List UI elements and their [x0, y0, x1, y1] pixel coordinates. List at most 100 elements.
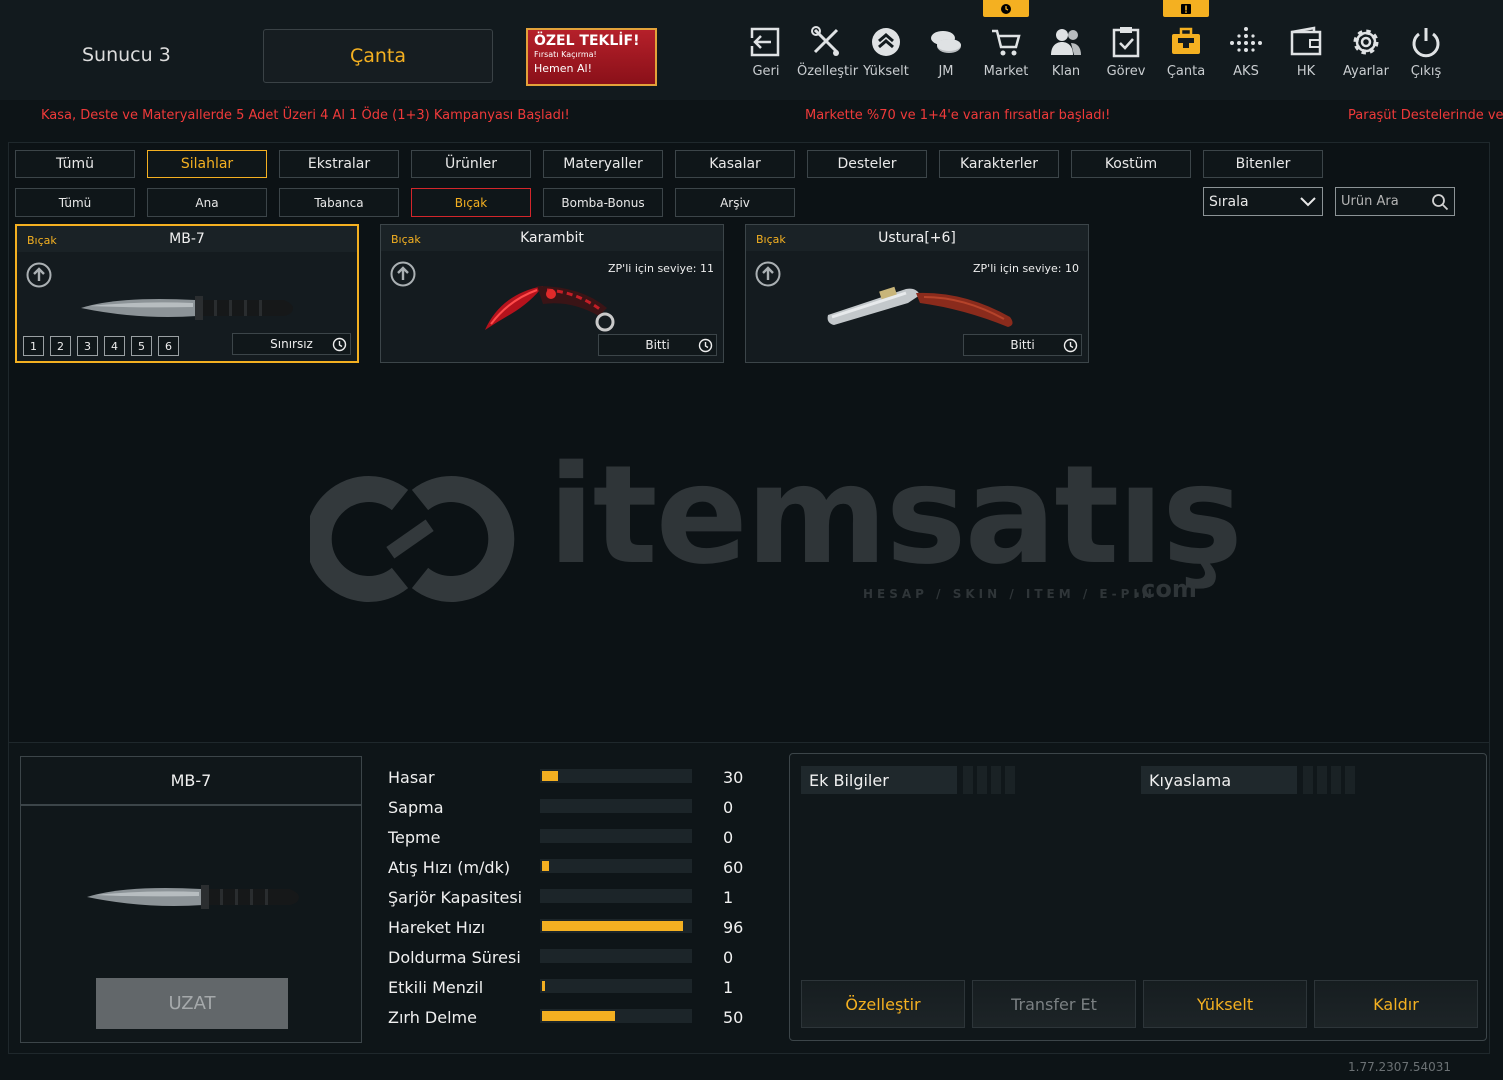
search-box[interactable] [1335, 187, 1455, 216]
subtab-primary[interactable]: Ana [147, 188, 267, 217]
nav-market[interactable]: Market [977, 26, 1035, 86]
nav-upgrade[interactable]: Yükselt [857, 26, 915, 86]
stat-bar [540, 829, 692, 843]
clock-icon [698, 338, 713, 353]
preview-knife-image [87, 885, 299, 909]
stat-value: 60 [723, 858, 744, 877]
tab-extras[interactable]: Ekstralar [279, 150, 399, 178]
sort-dropdown[interactable]: Sırala [1203, 187, 1323, 216]
tab-materials[interactable]: Materyaller [543, 150, 663, 178]
nav-settings[interactable]: Ayarlar [1337, 26, 1395, 86]
coins-icon [931, 31, 961, 53]
stat-bar [540, 799, 692, 813]
mission-icon [1112, 27, 1140, 58]
special-offer-banner[interactable]: ÖZEL TEKLİF! Fırsatı Kaçırma! Hemen Al! [526, 28, 657, 86]
card-status-text: Bitti [1010, 338, 1035, 352]
tab-weapons[interactable]: Silahlar [147, 150, 267, 178]
upgrade-button[interactable]: Yükselt [1143, 980, 1307, 1028]
nav-clan[interactable]: Klan [1037, 26, 1095, 86]
upgrade-icon [872, 28, 900, 56]
item-card-karambit[interactable]: Bıçak Karambit ZP'li için seviye: 11 Bit… [380, 224, 724, 363]
stat-label: Atış Hızı (m/dk) [388, 858, 511, 877]
slot-6[interactable]: 6 [158, 336, 179, 356]
item-preview-panel: MB-7 UZAT [20, 756, 362, 1043]
stat-bar-fill [542, 981, 545, 991]
stat-bar [540, 889, 692, 903]
subtab-all[interactable]: Tümü [15, 188, 135, 217]
stat-bar-fill [542, 921, 683, 931]
cart-icon [992, 29, 1021, 56]
watermark-brand: itemsatış [548, 437, 1243, 595]
upgrade-arrow-icon[interactable] [755, 261, 781, 287]
stat-label: Doldurma Süresi [388, 948, 521, 967]
tab-cases[interactable]: Kasalar [675, 150, 795, 178]
gear-icon [1353, 29, 1379, 55]
stat-label: Etkili Menzil [388, 978, 484, 997]
stat-value: 30 [723, 768, 744, 787]
stat-label: Şarjör Kapasitesi [388, 888, 523, 907]
stat-bar-fill [542, 1011, 615, 1021]
stat-label: Tepme [388, 828, 441, 847]
search-icon[interactable] [1431, 193, 1449, 211]
tab-expired[interactable]: Bitenler [1203, 150, 1323, 178]
offer-cta: Hemen Al! [534, 62, 592, 75]
nav-customize[interactable]: Özelleştir [797, 26, 858, 86]
nav-hk[interactable]: HK [1277, 26, 1335, 86]
nav-back[interactable]: Geri [737, 26, 795, 86]
watermark-tagline: HESAP / SKIN / ITEM / E-PIN [863, 587, 1156, 601]
slot-2[interactable]: 2 [50, 336, 71, 356]
offer-title: ÖZEL TEKLİF! [534, 33, 640, 49]
subtab-grenade-bonus[interactable]: Bomba-Bonus [543, 188, 663, 217]
razor-image [827, 286, 1013, 327]
tab-costume[interactable]: Kostüm [1071, 150, 1191, 178]
tab-decks[interactable]: Desteler [807, 150, 927, 178]
stat-bar-fill [542, 861, 549, 871]
nav-jm[interactable]: JM [917, 26, 975, 86]
version-label: 1.77.2307.54031 [1348, 1060, 1452, 1074]
stat-bar [540, 1009, 692, 1023]
item-card-mb7[interactable]: Bıçak MB-7 1 2 3 4 5 6 Sınırsız [15, 224, 359, 363]
subtab-knife[interactable]: Bıçak [411, 188, 531, 217]
card-duration: Bitti [598, 334, 717, 356]
nav-exit[interactable]: Çıkış [1397, 26, 1455, 86]
back-icon [749, 27, 780, 57]
customize-button[interactable]: Özelleştir [801, 980, 965, 1028]
tab-all[interactable]: Tümü [15, 150, 135, 178]
subtab-pistol[interactable]: Tabanca [279, 188, 399, 217]
stat-label: Sapma [388, 798, 444, 817]
subtab-archive[interactable]: Arşiv [675, 188, 795, 217]
item-card-ustura[interactable]: Bıçak Ustura[+6] ZP'li için seviye: 10 B… [745, 224, 1089, 363]
search-input[interactable] [1341, 194, 1429, 209]
clock-icon [1001, 3, 1011, 14]
server-name: Sunucu 3 [82, 44, 171, 66]
header-stripes [1303, 766, 1355, 794]
slot-4[interactable]: 4 [104, 336, 125, 356]
wallet-icon [1290, 26, 1322, 56]
tab-products[interactable]: Ürünler [411, 150, 531, 178]
nav-mission[interactable]: Görev [1097, 26, 1155, 86]
card-level-requirement: ZP'li için seviye: 11 [608, 262, 714, 275]
slot-3[interactable]: 3 [77, 336, 98, 356]
slot-5[interactable]: 5 [131, 336, 152, 356]
transfer-button[interactable]: Transfer Et [972, 980, 1136, 1028]
stat-value: 1 [723, 888, 734, 907]
karambit-image [485, 286, 615, 332]
mb7-knife-image [81, 296, 293, 320]
upgrade-arrow-icon[interactable] [390, 261, 416, 287]
remove-button[interactable]: Kaldır [1314, 980, 1478, 1028]
stat-bar [540, 979, 692, 993]
comparison-header: Kıyaslama [1141, 766, 1297, 794]
slot-1[interactable]: 1 [23, 336, 44, 356]
stat-value: 50 [723, 1008, 744, 1027]
offer-subtitle: Fırsatı Kaçırma! [534, 50, 597, 59]
extend-button[interactable]: UZAT [96, 978, 288, 1029]
nav-bag[interactable]: Çanta [1157, 26, 1215, 86]
tab-characters[interactable]: Karakterler [939, 150, 1059, 178]
stat-bar [540, 769, 692, 783]
watermark-suffix: .com [1132, 575, 1197, 603]
bag-icon [1172, 27, 1200, 54]
nav-aks[interactable]: AKS [1217, 26, 1275, 86]
upgrade-arrow-icon[interactable] [26, 262, 52, 288]
card-duration: Sınırsız [232, 333, 351, 355]
clock-icon [1063, 338, 1078, 353]
